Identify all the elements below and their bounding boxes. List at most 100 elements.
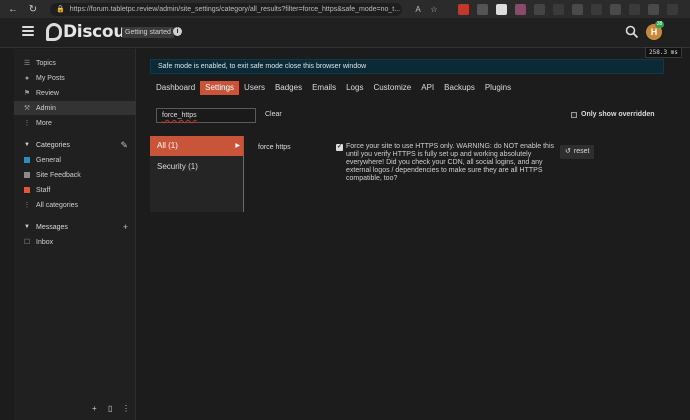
chevron-down-icon: ▼ <box>24 224 30 230</box>
sidebar-item-my-posts[interactable]: ● My Posts <box>14 71 136 85</box>
section-heading: Categories <box>36 141 70 149</box>
discourse-logo-icon <box>46 23 62 41</box>
browser-toolbar: ← ↻ 🔒 https://forum.tabletpc.review/admi… <box>0 0 690 18</box>
section-heading: Messages <box>36 223 68 231</box>
clear-button[interactable]: Clear <box>265 111 282 118</box>
flag-icon: ⚑ <box>23 90 31 97</box>
sidebar-section-categories[interactable]: ▼ Categories ✎ <box>14 138 136 152</box>
edit-icon[interactable]: ✎ <box>120 140 128 151</box>
sidebar-item-label: All categories <box>36 201 79 209</box>
tab-dashboard[interactable]: Dashboard <box>151 81 200 95</box>
settings-filter-input[interactable]: force_https <box>156 108 256 123</box>
tab-badges[interactable]: Badges <box>270 81 307 95</box>
read-aloud-icon[interactable]: A <box>412 3 424 15</box>
extension-icon[interactable] <box>534 3 545 15</box>
sidebar-item-label: My Posts <box>36 74 65 82</box>
sidebar-item-label: General <box>36 156 61 164</box>
back-icon[interactable]: ← <box>6 2 20 16</box>
getting-started-button[interactable]: Getting started <box>122 27 174 38</box>
reset-button[interactable]: ↺ reset <box>560 145 595 159</box>
search-icon[interactable] <box>625 25 639 39</box>
lock-icon: 🔒 <box>56 6 65 13</box>
sidebar-item-label: Review <box>36 89 59 97</box>
wrench-icon: ⚒ <box>23 105 31 112</box>
reload-icon[interactable]: ↻ <box>26 2 40 16</box>
admin-tabs: Dashboard Settings Users Badges Emails L… <box>151 81 516 95</box>
extension-icon[interactable] <box>591 3 602 15</box>
settings-category-nav: All (1) ▶ Security (1) <box>150 136 244 212</box>
keyboard-icon[interactable]: ⋮ <box>122 404 130 413</box>
sidebar-item-staff[interactable]: Staff <box>14 183 136 197</box>
tab-users[interactable]: Users <box>239 81 270 95</box>
tab-logs[interactable]: Logs <box>341 81 368 95</box>
only-overridden-label[interactable]: Only show overridden <box>581 111 655 118</box>
tab-backups[interactable]: Backups <box>439 81 480 95</box>
sidebar-item-topics[interactable]: ☰ Topics <box>14 56 136 70</box>
extension-icon[interactable] <box>572 3 583 15</box>
chevron-right-icon: ▶ <box>235 143 240 149</box>
force-https-checkbox[interactable]: ✓ <box>336 144 343 151</box>
sidebar: ☰ Topics ● My Posts ⚑ Review ⚒ Admin ⋮ M… <box>14 49 136 420</box>
only-overridden-checkbox[interactable] <box>571 112 577 118</box>
extension-icon[interactable] <box>553 3 564 15</box>
plus-icon[interactable]: + <box>92 404 97 413</box>
tab-api[interactable]: API <box>416 81 439 95</box>
category-label: All (1) <box>157 141 178 150</box>
plus-icon[interactable]: + <box>123 222 128 232</box>
tab-emails[interactable]: Emails <box>307 81 341 95</box>
sidebar-item-label: Site Feedback <box>36 171 81 179</box>
sidebar-item-label: Staff <box>36 186 51 194</box>
address-bar[interactable]: 🔒 https://forum.tabletpc.review/admin/si… <box>50 2 402 16</box>
hamburger-menu-icon[interactable] <box>22 26 34 36</box>
safe-mode-banner: Safe mode is enabled, to exit safe mode … <box>150 59 664 74</box>
extension-icon[interactable] <box>458 3 469 15</box>
settings-category-security[interactable]: Security (1) <box>150 157 243 177</box>
setting-description: Force your site to use HTTPS only. WARNI… <box>346 143 554 182</box>
category-label: Security (1) <box>157 162 198 171</box>
url-text: https://forum.tabletpc.review/admin/site… <box>69 5 401 13</box>
inbox-icon: ☐ <box>23 239 31 246</box>
sidebar-item-inbox[interactable]: ☐ Inbox <box>14 235 136 249</box>
extension-icon[interactable] <box>610 3 621 15</box>
page-timing-badge: 258.3 ms <box>645 47 682 58</box>
category-color-swatch <box>24 157 30 163</box>
menu-icon[interactable] <box>667 3 678 15</box>
history-icon[interactable] <box>629 3 640 15</box>
extension-icon[interactable] <box>515 3 526 15</box>
tab-customize[interactable]: Customize <box>368 81 416 95</box>
settings-category-all[interactable]: All (1) ▶ <box>150 136 243 156</box>
sidebar-item-label: More <box>36 119 52 127</box>
undo-icon: ↺ <box>565 148 571 155</box>
layers-icon: ☰ <box>23 60 31 67</box>
filter-value: force_https <box>162 112 197 119</box>
sidebar-item-all-categories[interactable]: ⋮ All categories <box>14 198 136 212</box>
tab-plugins[interactable]: Plugins <box>480 81 516 95</box>
reset-label: reset <box>573 148 590 155</box>
mobile-icon[interactable]: ▯ <box>108 404 112 413</box>
list-icon: ⋮ <box>23 202 31 209</box>
sidebar-item-label: Topics <box>36 59 56 67</box>
user-icon: ● <box>24 74 30 82</box>
chevron-down-icon: ▼ <box>24 142 30 148</box>
site-header: Discourse Getting started i H 38 258.3 m… <box>0 18 690 58</box>
extension-icon[interactable] <box>496 3 507 15</box>
sidebar-footer: + ▯ ⋮ <box>14 404 136 416</box>
sidebar-section-messages[interactable]: ▼ Messages + <box>14 220 136 234</box>
sidebar-item-label: Inbox <box>36 238 54 246</box>
favorite-star-icon[interactable]: ☆ <box>428 3 440 15</box>
notification-badge: 38 <box>655 21 664 28</box>
ellipsis-icon: ⋮ <box>23 120 31 127</box>
sidebar-item-more[interactable]: ⋮ More <box>14 116 136 130</box>
sidebar-item-label: Admin <box>36 104 56 112</box>
tab-settings[interactable]: Settings <box>200 81 240 95</box>
sidebar-item-admin[interactable]: ⚒ Admin <box>14 101 136 115</box>
info-icon[interactable]: i <box>173 27 182 36</box>
sidebar-item-review[interactable]: ⚑ Review <box>14 86 136 100</box>
category-color-swatch <box>24 187 30 193</box>
extension-icon[interactable] <box>477 3 488 15</box>
sidebar-item-general[interactable]: General <box>14 153 136 167</box>
category-color-swatch <box>24 172 30 178</box>
downloads-icon[interactable] <box>648 3 659 15</box>
sidebar-item-site-feedback[interactable]: Site Feedback <box>14 168 136 182</box>
setting-name: force https <box>258 144 291 151</box>
